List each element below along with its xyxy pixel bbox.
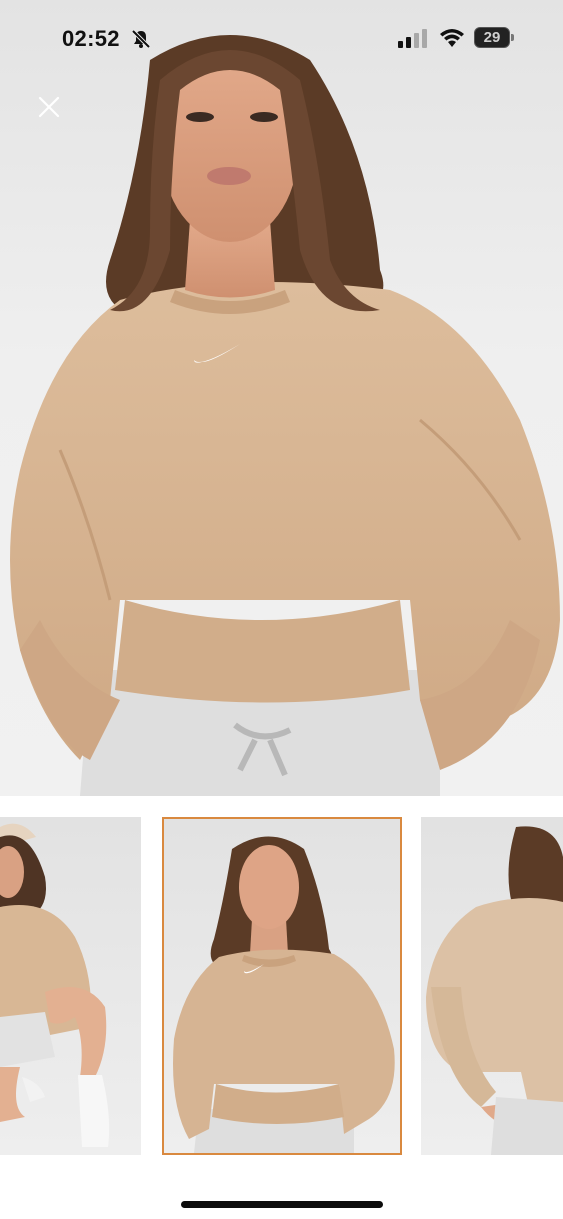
- thumbnail-photo: [426, 826, 563, 1155]
- thumbnail-photo: [0, 823, 110, 1147]
- home-indicator[interactable]: [181, 1201, 383, 1208]
- thumbnail-strip: [0, 817, 563, 1155]
- status-time: 02:52: [62, 26, 120, 51]
- battery-icon: 29: [474, 27, 514, 48]
- bell-off-icon: [131, 29, 151, 49]
- thumbnail-2-selected[interactable]: [162, 817, 402, 1155]
- thumbnail-1[interactable]: [0, 817, 141, 1155]
- wifi-icon: [440, 29, 464, 47]
- close-icon[interactable]: [30, 88, 68, 126]
- photo-viewer-screen: 02:52 29: [0, 0, 563, 1219]
- status-bar: 02:52 29: [0, 0, 563, 76]
- battery-level: 29: [483, 29, 501, 46]
- thumbnail-3[interactable]: [421, 817, 563, 1155]
- thumbnail-photo: [173, 836, 395, 1153]
- signal-icon: [398, 29, 427, 48]
- product-photo: [10, 35, 560, 796]
- main-product-image[interactable]: [0, 0, 563, 796]
